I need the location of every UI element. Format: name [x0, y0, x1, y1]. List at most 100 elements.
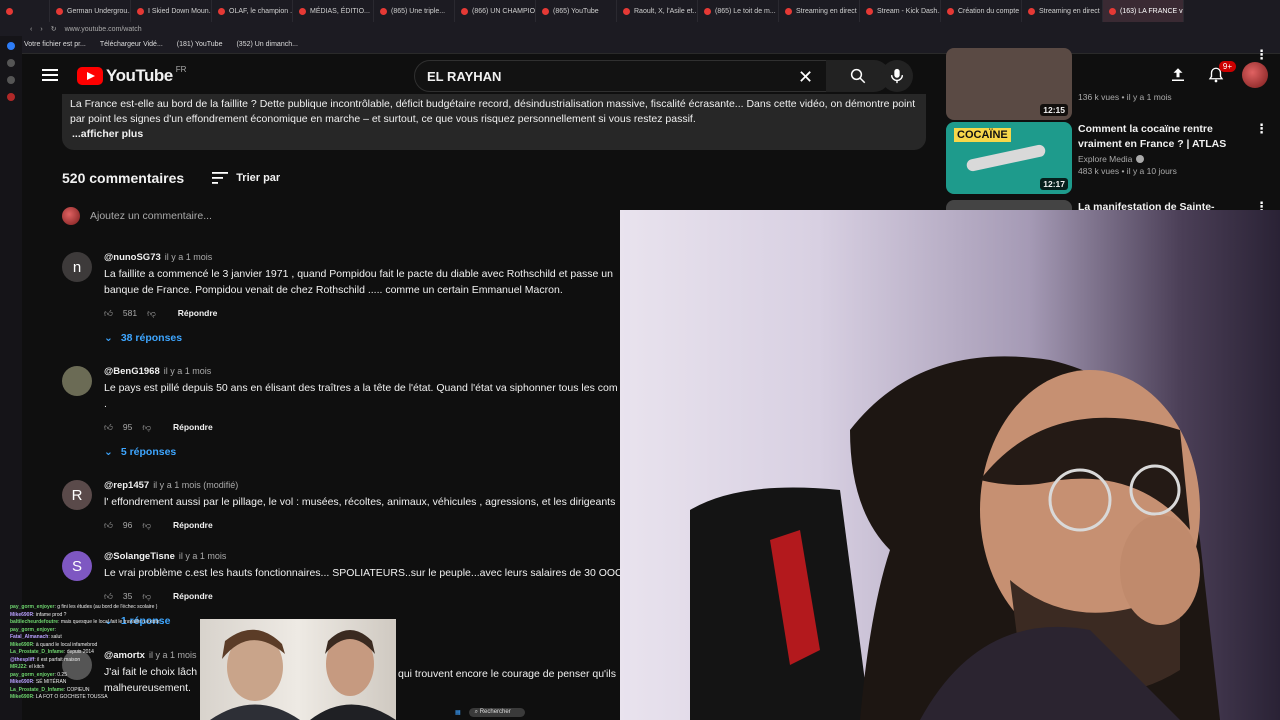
comment-text: qui trouvent encore le courage de penser…	[398, 668, 616, 680]
chat-text: LA FOT O GOCHISTE TOUSSA	[35, 694, 108, 700]
bookmark-item[interactable]: Téléchargeur Vidé...	[100, 41, 163, 48]
chat-text: il est parfait maison	[37, 656, 81, 663]
recommended-video[interactable]: 12:15 136 k vues • il y a 1 mois ⋮	[946, 48, 1268, 120]
url-text[interactable]: www.youtube.com/watch	[65, 26, 142, 33]
browser-window-controls[interactable]	[0, 0, 50, 22]
browser-tab[interactable]: (865) Le toit de m...	[698, 0, 779, 22]
chat-message: Mike690R: à quand le local infamebrod	[10, 641, 98, 648]
comment-time[interactable]: il y a 1 mois	[165, 252, 213, 262]
comment-text: La faillite a commencé le 3 janvier 1971…	[104, 268, 613, 280]
browser-tab[interactable]: MÉDIAS, ÉDITIO...	[293, 0, 374, 22]
back-icon[interactable]: ‹	[30, 26, 32, 33]
video-title[interactable]: Comment la cocaïne rentre vraiment en Fr…	[1078, 122, 1243, 152]
browser-tab[interactable]: Stream - Kick Dash...	[860, 0, 941, 22]
address-bar[interactable]: ‹ › ↻ www.youtube.com/watch	[0, 22, 1280, 36]
chat-text: salut	[51, 634, 62, 640]
like-icon[interactable]: 👍︎	[104, 591, 113, 602]
more-options-icon[interactable]: ⋮	[1255, 48, 1268, 61]
stream-chat: pay_gorm_enjoyer: g fini les études (au …	[10, 604, 210, 702]
browser-tab[interactable]: (163) LA FRANCE va faire...	[1103, 0, 1184, 22]
forward-icon[interactable]: ›	[40, 26, 42, 33]
tab-favicon-icon	[56, 7, 63, 15]
chat-message: La_Prostate_D_Infame: depuis 2014	[10, 649, 94, 655]
menu-icon[interactable]	[42, 69, 58, 81]
tiktok-icon[interactable]	[7, 59, 15, 67]
messenger-icon[interactable]	[7, 42, 15, 50]
comment-avatar[interactable]: R	[62, 480, 92, 510]
reply-button[interactable]: Répondre	[178, 308, 218, 318]
browser-tab[interactable]: Streaming en direct	[1022, 0, 1103, 22]
chat-username: Mike690R	[10, 679, 34, 685]
browser-tab[interactable]: I Skied Down Moun...	[131, 0, 212, 22]
browser-tab[interactable]: (865) Une triple...	[374, 0, 455, 22]
bookmark-item[interactable]: Votre fichier est pr...	[24, 41, 86, 48]
like-icon[interactable]: 👍︎	[104, 308, 113, 319]
chat-message: pay_gorm_enjoyer:	[10, 626, 56, 633]
comment-author[interactable]: @rep1457	[104, 480, 149, 491]
like-icon[interactable]: 👍︎	[104, 422, 113, 433]
reload-icon[interactable]: ↻	[51, 25, 57, 33]
x-icon[interactable]	[7, 76, 15, 84]
add-comment-field[interactable]: Ajoutez un commentaire...	[62, 207, 212, 225]
windows-start-icon[interactable]: ▦	[455, 709, 461, 716]
browser-tab[interactable]: OLAF, le champion ...	[212, 0, 293, 22]
record-icon[interactable]	[7, 93, 15, 101]
recommended-video[interactable]: COCAÏNE 12:17 Comment la cocaïne rentre vr…	[946, 122, 1268, 194]
browser-tab[interactable]: Création du compte	[941, 0, 1022, 22]
dislike-icon[interactable]: 👎︎	[147, 308, 156, 319]
tab-label: Streaming en direct	[796, 7, 857, 15]
comment-author[interactable]: @BenG1968	[104, 366, 160, 377]
view-replies-button[interactable]: ⌄ 5 réponses	[104, 446, 624, 458]
sort-button[interactable]: Trier par	[212, 172, 280, 184]
webcam-overlay	[620, 210, 1280, 720]
dislike-icon[interactable]: 👎︎	[142, 591, 151, 602]
comment-text: l' effondrement aussi par le pillage, le…	[104, 496, 616, 508]
comment-avatar[interactable]: S	[62, 551, 92, 581]
comment-avatar[interactable]	[62, 366, 92, 396]
reply-button[interactable]: Répondre	[173, 591, 213, 601]
chat-username: La_Prostate_D_Infame	[10, 649, 64, 655]
browser-tab[interactable]: German Undergrou...	[50, 0, 131, 22]
comment-time[interactable]: il y a 1 mois	[179, 551, 227, 561]
bookmark-item[interactable]: (181) YouTube	[177, 41, 223, 48]
tab-favicon-icon	[299, 7, 306, 15]
video-thumbnail[interactable]: COCAÏNE 12:17	[946, 122, 1072, 194]
search-input[interactable]: EL RAYHAN	[414, 60, 844, 92]
browser-tab[interactable]: Raoult, X, l'Asile et...	[617, 0, 698, 22]
bookmark-item[interactable]: (352) Un dimanch...	[236, 41, 297, 48]
comment-time[interactable]: il y a 1 mois (modifié)	[153, 480, 238, 490]
comment-author[interactable]: @SolangeTisne	[104, 551, 175, 562]
chat-username: Mike690R	[10, 641, 34, 648]
comment-author[interactable]: @nunoSG73	[104, 252, 161, 263]
dislike-icon[interactable]: 👎︎	[142, 422, 151, 433]
reply-button[interactable]: Répondre	[173, 422, 213, 432]
like-icon[interactable]: 👍︎	[104, 520, 113, 531]
tab-label: (865) YouTube	[553, 7, 599, 15]
chat-username: baltilecheurdefoutre	[10, 619, 59, 625]
video-description[interactable]: La France est-elle au bord de la faillit…	[62, 94, 926, 150]
youtube-logo[interactable]: YouTube FR	[77, 65, 186, 86]
taskbar-search[interactable]: ⌕ Rechercher	[468, 708, 525, 717]
tab-favicon-icon	[947, 7, 954, 15]
video-thumbnail[interactable]: 12:15	[946, 48, 1072, 120]
browser-tab[interactable]: (865) YouTube	[536, 0, 617, 22]
chat-text: 0.25	[57, 671, 67, 678]
tab-favicon-icon	[785, 7, 792, 15]
clear-search-icon[interactable]: ✕	[798, 67, 813, 88]
chat-message: Mike690R: infame prod ?	[10, 611, 67, 618]
dislike-icon[interactable]: 👎︎	[142, 520, 151, 531]
voice-search-button[interactable]	[881, 60, 913, 92]
comment-text: Le vrai problème c.est les hauts fonctio…	[104, 567, 620, 579]
chat-message: La_Prostate_D_Infame: COPIEUN	[10, 686, 90, 693]
browser-tab[interactable]: Streaming en direct	[779, 0, 860, 22]
avatar-initial: S	[71, 557, 82, 575]
more-options-icon[interactable]: ⋮	[1255, 122, 1268, 135]
comment-avatar[interactable]: n	[62, 252, 92, 282]
comment-time[interactable]: il y a 1 mois	[164, 366, 212, 376]
reply-button[interactable]: Répondre	[173, 520, 213, 530]
channel-name[interactable]: Explore Media	[1078, 154, 1132, 164]
show-more-link[interactable]: ...afficher plus	[70, 127, 918, 142]
comment-text: banque de France. Pompidou venait de che…	[104, 284, 563, 296]
browser-tab[interactable]: (866) UN CHAMPIO...	[455, 0, 536, 22]
view-replies-button[interactable]: ⌄ 38 réponses	[104, 332, 624, 344]
